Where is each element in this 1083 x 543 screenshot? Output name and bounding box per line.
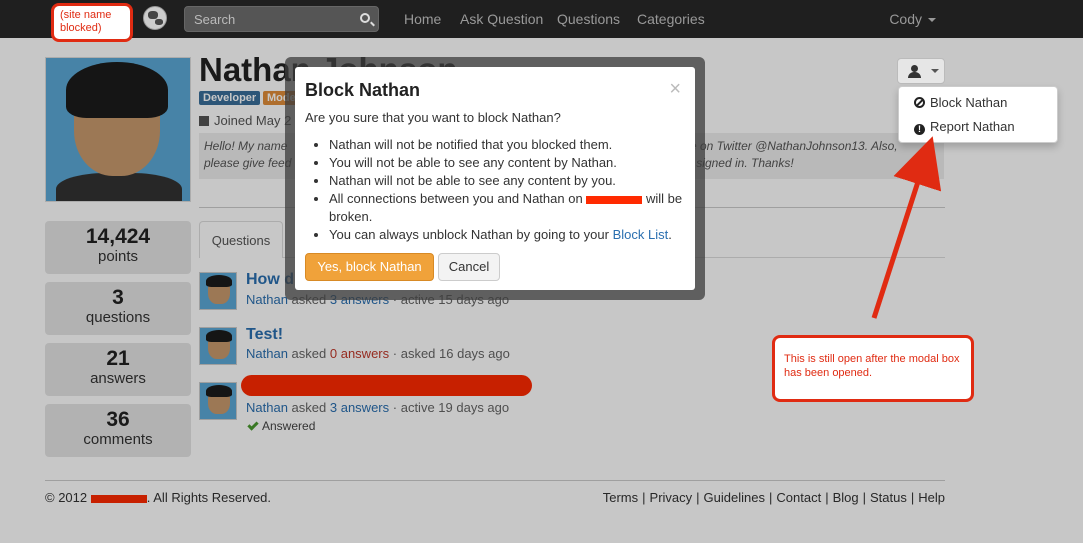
annotation-arrow [871, 136, 942, 319]
